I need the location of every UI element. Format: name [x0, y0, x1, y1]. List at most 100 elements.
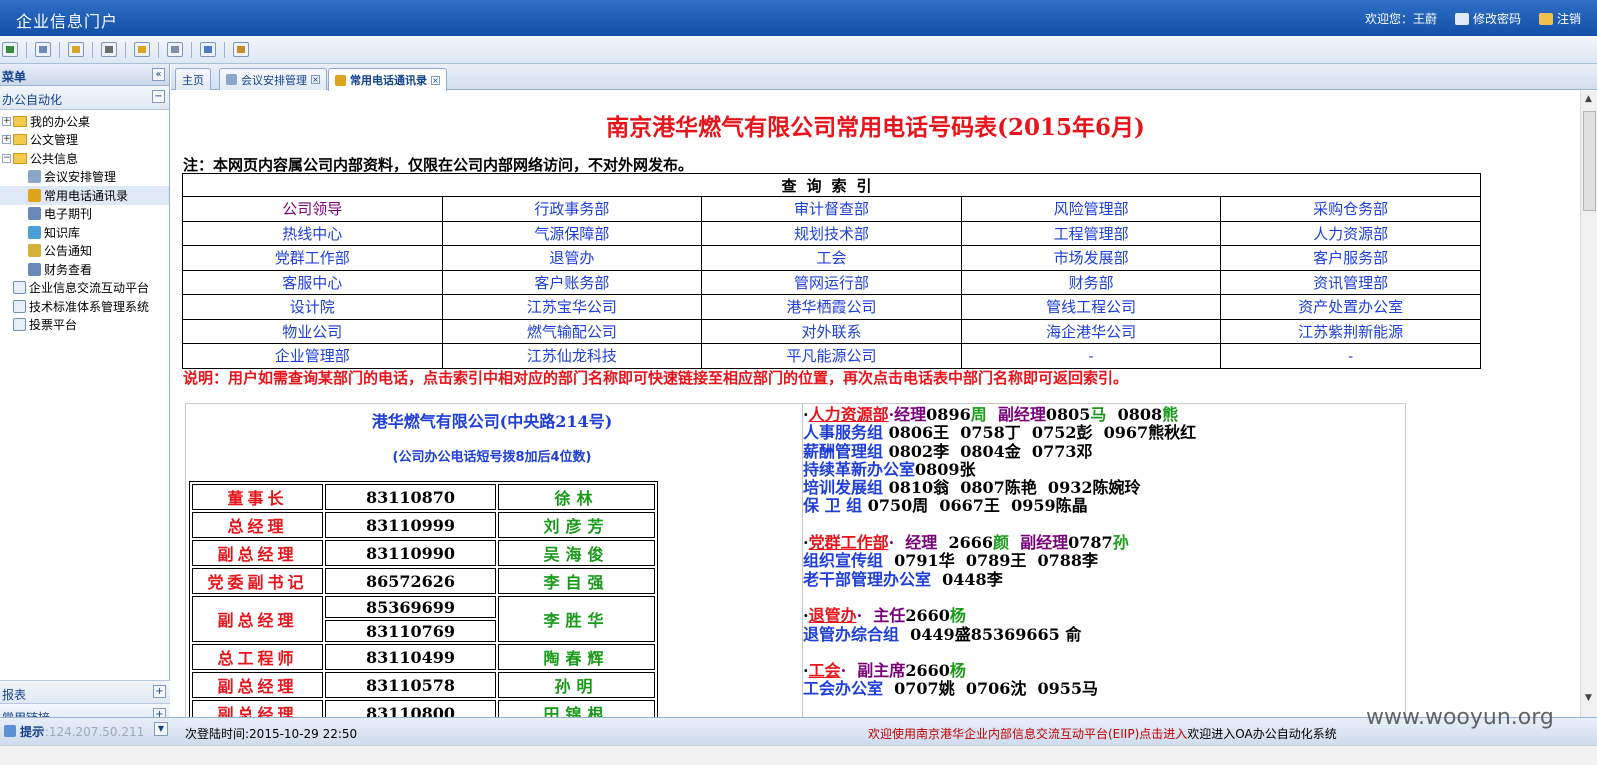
department-link[interactable]: 规划技术部: [701, 220, 962, 246]
logout-link[interactable]: 注销: [1538, 10, 1581, 27]
tree-item[interactable]: − 公共信息: [0, 149, 169, 168]
department-link[interactable]: 热线中心: [182, 220, 443, 246]
section-office-automation[interactable]: 办公自动化 −: [0, 86, 169, 110]
tree-item-label: 我的办公桌: [30, 114, 91, 129]
department-link[interactable]: 公司领导: [182, 196, 443, 222]
tree-item[interactable]: 电子期刊: [0, 205, 169, 224]
section-reports[interactable]: 报表 +: [0, 680, 170, 704]
department-link[interactable]: 财务部: [960, 269, 1222, 295]
department-link[interactable]: -: [1220, 343, 1481, 369]
department-link[interactable]: 管网运行部: [701, 269, 962, 295]
chevron-down-icon[interactable]: ▼: [154, 722, 168, 736]
line-text: ·经理: [888, 405, 927, 424]
department-link[interactable]: 退管办: [441, 245, 703, 271]
tree-item[interactable]: + 我的办公桌: [0, 112, 169, 131]
department-link[interactable]: 行政事务部: [441, 196, 703, 222]
close-icon[interactable]: ×: [311, 75, 320, 84]
department-link[interactable]: 客户账务部: [441, 269, 703, 295]
department-link[interactable]: 资产处置办公室: [1220, 294, 1481, 320]
scroll-up-icon[interactable]: ▲: [1585, 94, 1592, 104]
section-toggle-button[interactable]: −: [152, 90, 165, 103]
executive-phone: 83110800: [325, 700, 496, 717]
department-link[interactable]: 物业公司: [182, 318, 443, 344]
department-link[interactable]: 气源保障部: [441, 220, 703, 246]
module-icon: [13, 318, 26, 332]
department-link[interactable]: 对外联系: [701, 318, 962, 344]
department-line: 老干部管理办公室 0448李: [803, 569, 1405, 589]
department-link[interactable]: 工会: [701, 245, 962, 271]
line-text: 孙: [1112, 533, 1129, 553]
executive-name: 孙明: [498, 672, 655, 698]
tree-item[interactable]: 企业信息交流互动平台: [0, 279, 169, 298]
department-link[interactable]: 人力资源部: [1220, 220, 1481, 246]
home-icon[interactable]: [2, 42, 18, 57]
document-icon[interactable]: [35, 42, 51, 57]
tab-phonebook[interactable]: 常用电话通讯录 ×: [328, 68, 447, 91]
edit-icon[interactable]: [233, 42, 249, 57]
phone-icon[interactable]: [134, 42, 150, 57]
expand-toggle[interactable]: +: [2, 135, 11, 145]
tree-item[interactable]: 投票平台: [0, 316, 169, 335]
tree-item[interactable]: 常用电话通讯录: [0, 186, 169, 205]
phone-icon: [335, 74, 346, 86]
department-link[interactable]: 工程管理部: [960, 220, 1222, 246]
tree-item[interactable]: 公告通知: [0, 242, 169, 261]
department-link[interactable]: 江苏紫荆新能源: [1220, 318, 1481, 344]
department-link[interactable]: 客服中心: [182, 269, 443, 295]
tree-item[interactable]: 财务查看: [0, 260, 169, 279]
department-link[interactable]: 企业管理部: [182, 343, 443, 369]
scroll-down-icon[interactable]: ▼: [1585, 693, 1592, 703]
collapse-sidebar-button[interactable]: «: [152, 68, 165, 81]
department-link[interactable]: 客户服务部: [1220, 245, 1481, 271]
change-password-link[interactable]: 修改密码: [1454, 10, 1521, 27]
department-link[interactable]: 风险管理部: [960, 196, 1222, 222]
department-link[interactable]: 江苏宝华公司: [441, 294, 703, 320]
addressbook-icon[interactable]: [200, 42, 216, 57]
department-link[interactable]: -: [960, 343, 1222, 369]
tree-item-label: 公共信息: [30, 151, 79, 166]
line-text: 0448李: [931, 569, 1003, 589]
department-name-link[interactable]: 人力资源部: [809, 405, 889, 424]
department-link[interactable]: 管线工程公司: [960, 294, 1222, 320]
expand-toggle[interactable]: +: [2, 116, 11, 126]
department-link[interactable]: 江苏仙龙科技: [441, 343, 703, 369]
copy-icon[interactable]: [68, 42, 84, 57]
page-icon: [28, 262, 41, 276]
reports-toggle-button[interactable]: +: [153, 685, 166, 698]
tab-meeting[interactable]: 会议安排管理 ×: [219, 68, 327, 90]
department-name-link[interactable]: 党群工作部: [809, 533, 889, 552]
close-icon[interactable]: ×: [431, 75, 440, 85]
department-link[interactable]: 平凡能源公司: [701, 343, 962, 369]
tree-item[interactable]: 技术标准体系管理系统: [0, 297, 169, 316]
department-link[interactable]: 党群工作部: [182, 245, 443, 271]
mail-icon[interactable]: [167, 42, 183, 57]
department-link[interactable]: 采购仓务部: [1220, 196, 1481, 222]
department-link[interactable]: 燃气输配公司: [441, 318, 703, 344]
eiip-link[interactable]: 欢迎使用南京港华企业内部信息交流互动平台(EIIP)点击进入: [868, 727, 1187, 741]
vertical-scrollbar[interactable]: ▲ ▼: [1580, 91, 1597, 717]
department-link[interactable]: 审计督查部: [701, 196, 962, 222]
scroll-thumb[interactable]: [1583, 111, 1596, 211]
executive-phone: 83110990: [325, 540, 496, 566]
tree-item[interactable]: + 公文管理: [0, 131, 169, 150]
page-icon: [28, 170, 41, 184]
tab-home[interactable]: 主页: [175, 68, 211, 90]
department-name-link[interactable]: 退管办: [809, 606, 857, 625]
tree-item-label: 知识库: [44, 225, 81, 240]
group-name: 老干部管理办公室: [803, 569, 932, 589]
department-link[interactable]: 市场发展部: [960, 245, 1222, 271]
tree-item[interactable]: 知识库: [0, 223, 169, 242]
department-link[interactable]: 资讯管理部: [1220, 269, 1481, 295]
department-name-link[interactable]: 工会: [809, 661, 841, 680]
department-link[interactable]: 港华栖霞公司: [701, 294, 962, 320]
welcome-text: 欢迎您：王蔚: [1364, 12, 1437, 26]
print-icon[interactable]: [101, 42, 117, 57]
department-link[interactable]: 设计院: [182, 294, 443, 320]
tree-item[interactable]: 会议安排管理: [0, 168, 169, 187]
hint-panel[interactable]: 提示 ▼: [0, 720, 170, 742]
department-link[interactable]: 海企港华公司: [960, 318, 1222, 344]
line-text: 2660: [905, 661, 950, 681]
expand-toggle[interactable]: −: [2, 153, 11, 163]
department-list: ·人力资源部·经理0896周 副经理0805马 0808熊 人事服务组 0806王…: [802, 404, 1405, 717]
